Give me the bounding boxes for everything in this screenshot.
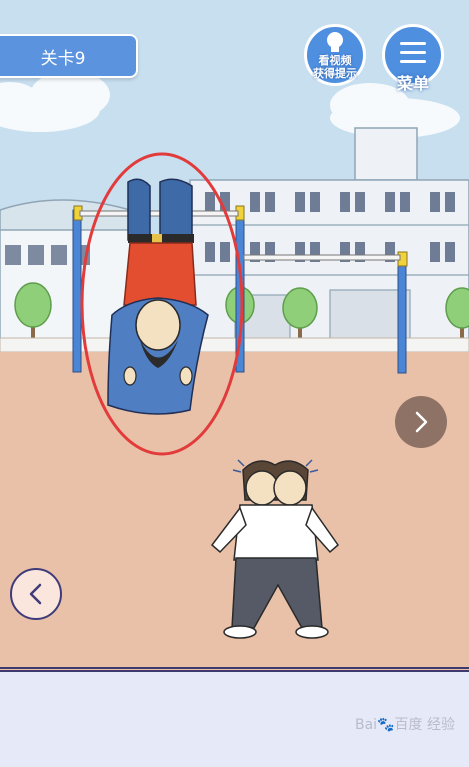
menu-button-label: 菜单: [396, 74, 429, 93]
game-scene: [0, 0, 469, 670]
watch-video-hint-button[interactable]: 看视频 获得提示: [304, 24, 366, 94]
hint-button-label: 看视频 获得提示: [313, 54, 357, 80]
chevron-right-icon: [415, 411, 428, 433]
lightbulb-icon: [327, 32, 343, 52]
back-button[interactable]: [10, 568, 62, 620]
watermark: Bai🐾百度 经验: [355, 717, 455, 733]
next-button[interactable]: [395, 396, 447, 448]
chevron-left-icon: [29, 583, 42, 605]
level-indicator: 关卡9: [0, 34, 138, 78]
menu-button[interactable]: 菜单: [380, 24, 446, 94]
level-label: 关卡9: [40, 48, 86, 69]
